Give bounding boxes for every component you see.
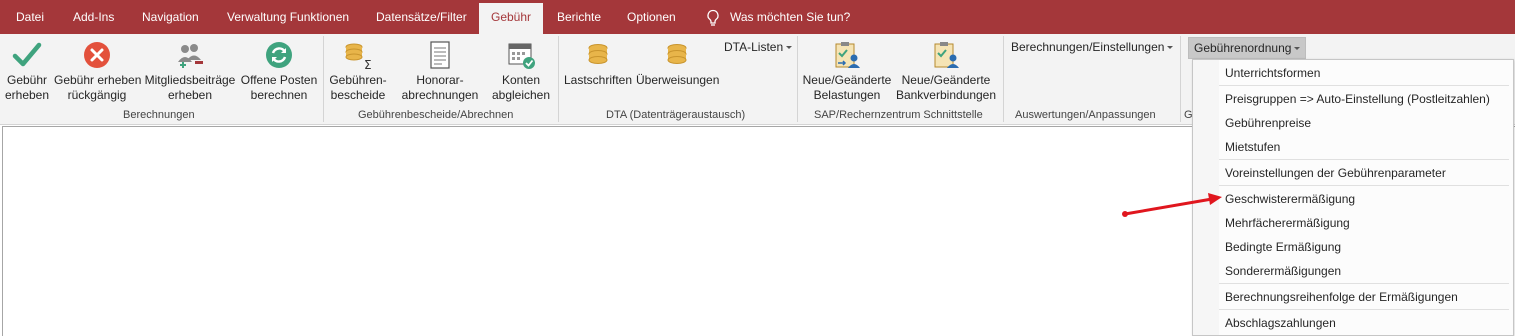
annotation-arrow-icon	[1122, 193, 1222, 217]
